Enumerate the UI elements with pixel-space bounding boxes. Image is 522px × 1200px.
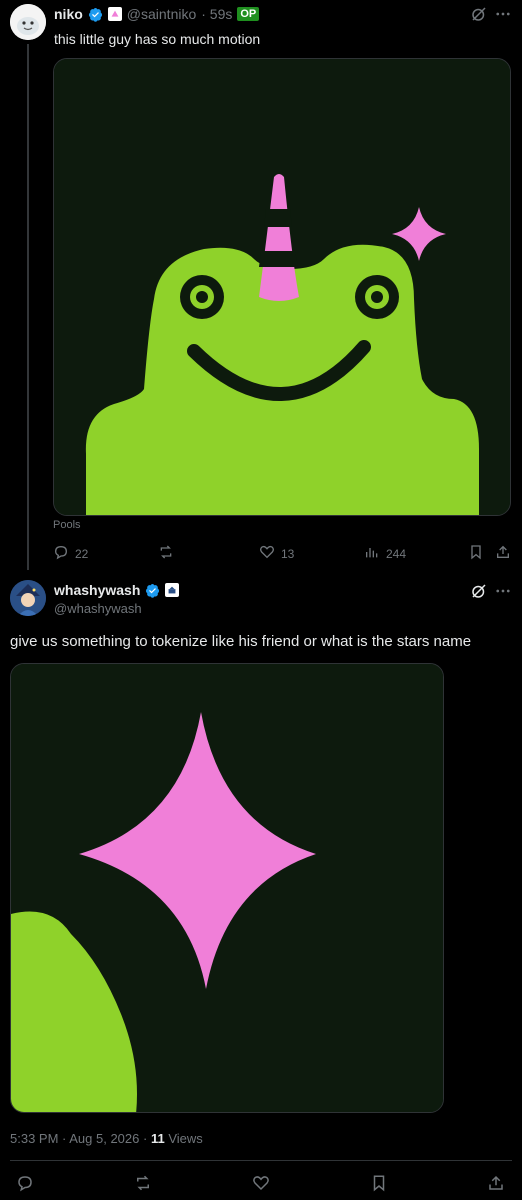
media-frog-image[interactable] bbox=[53, 58, 511, 516]
more-icon[interactable] bbox=[494, 582, 512, 605]
sparkle-illustration bbox=[11, 664, 443, 1112]
reply-button[interactable]: 22 bbox=[53, 544, 88, 563]
views-count: 244 bbox=[386, 546, 407, 561]
post-1-header: niko @saintniko · 59s OP bbox=[54, 6, 260, 22]
display-name[interactable]: whashywash bbox=[54, 582, 140, 598]
handle[interactable]: @saintniko bbox=[127, 6, 196, 22]
like-button[interactable]: 13 bbox=[259, 544, 294, 563]
display-name[interactable]: niko bbox=[54, 6, 83, 22]
post-2-header: whashywash bbox=[54, 582, 180, 598]
share-button[interactable] bbox=[487, 1174, 505, 1197]
affiliate-badge-icon bbox=[165, 583, 180, 597]
like-icon bbox=[259, 544, 275, 563]
share-icon bbox=[495, 544, 511, 563]
more-icon[interactable] bbox=[494, 5, 512, 28]
repost-button[interactable] bbox=[158, 544, 180, 563]
like-button[interactable] bbox=[252, 1174, 270, 1197]
verified-badge-icon bbox=[145, 583, 160, 598]
avatar-niko[interactable] bbox=[10, 4, 46, 40]
frog-illustration bbox=[54, 59, 510, 515]
media-sparkle-image[interactable] bbox=[10, 663, 444, 1113]
avatar-whashywash[interactable] bbox=[10, 580, 46, 616]
grok-icon[interactable] bbox=[470, 5, 488, 28]
repost-icon bbox=[158, 544, 174, 563]
views-count: 11 bbox=[150, 1131, 165, 1146]
reply-icon bbox=[16, 1176, 34, 1196]
reply-count: 22 bbox=[75, 546, 89, 561]
reply-icon bbox=[53, 544, 69, 563]
verified-badge-icon bbox=[88, 7, 103, 22]
repost-icon bbox=[134, 1175, 152, 1196]
post-text: this little guy has so much motion bbox=[54, 31, 261, 47]
bookmark-icon bbox=[468, 544, 484, 563]
share-icon bbox=[487, 1175, 505, 1196]
views-label: Views bbox=[168, 1131, 203, 1146]
like-icon bbox=[252, 1176, 270, 1196]
divider bbox=[10, 1160, 512, 1161]
share-button[interactable] bbox=[495, 544, 511, 563]
affiliate-badge-icon bbox=[107, 7, 122, 21]
timestamp[interactable]: · 59s bbox=[201, 6, 232, 22]
grok-icon[interactable] bbox=[470, 582, 488, 605]
views-button[interactable]: 244 bbox=[364, 544, 406, 563]
views-icon bbox=[364, 544, 380, 563]
like-count: 13 bbox=[281, 546, 295, 561]
post-meta: 5:33 PM · Aug 5, 2026 · 11 Views bbox=[10, 1131, 203, 1146]
thread-line bbox=[27, 44, 29, 570]
reply-button[interactable] bbox=[16, 1174, 34, 1197]
handle[interactable]: @whashywash bbox=[54, 601, 142, 616]
bookmark-icon bbox=[370, 1175, 388, 1196]
op-badge: OP bbox=[237, 7, 260, 21]
repost-button[interactable] bbox=[134, 1174, 152, 1197]
post-text: give us something to tokenize like his f… bbox=[10, 633, 472, 650]
post-timestamp[interactable]: 5:33 PM · Aug 5, 2026 · bbox=[10, 1131, 147, 1146]
bookmark-button[interactable] bbox=[468, 544, 484, 563]
media-caption: Pools bbox=[53, 519, 81, 531]
bookmark-button[interactable] bbox=[370, 1174, 388, 1197]
